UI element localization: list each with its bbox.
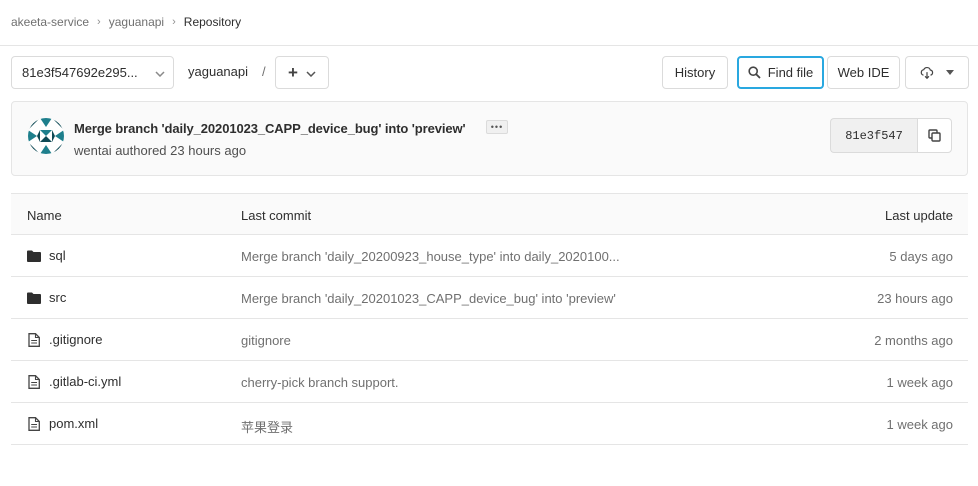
- ref-switcher-dropdown[interactable]: 81e3f547692e295...: [11, 56, 174, 89]
- chevron-down-icon: [155, 65, 165, 80]
- breadcrumb-project[interactable]: yaguanapi: [109, 15, 164, 29]
- table-header: Name Last commit Last update: [11, 193, 968, 235]
- tree-item-label: .gitlab-ci.yml: [49, 374, 122, 389]
- table-row[interactable]: sql Merge branch 'daily_20200923_house_t…: [11, 235, 968, 277]
- tree-item-commit-link[interactable]: gitignore: [241, 333, 291, 348]
- search-icon: [748, 66, 762, 80]
- caret-down-icon: [946, 70, 954, 75]
- tree-item-commit-link[interactable]: 苹果登录: [241, 417, 293, 436]
- tree-item-date: 1 week ago: [886, 417, 954, 432]
- commit-authored-label: authored: [115, 143, 167, 158]
- table-row[interactable]: src Merge branch 'daily_20201023_CAPP_de…: [11, 277, 968, 319]
- add-to-tree-dropdown[interactable]: +: [275, 56, 329, 89]
- path-root-link[interactable]: yaguanapi: [188, 64, 248, 79]
- file-tree-table: Name Last commit Last update sql Merge b…: [11, 193, 968, 445]
- tree-item-label: .gitignore: [49, 332, 103, 347]
- tree-item-name[interactable]: sql: [27, 248, 66, 263]
- breadcrumb: akeeta-service › yaguanapi › Repository: [11, 13, 241, 31]
- file-icon: [27, 416, 41, 431]
- header-divider: [0, 45, 978, 46]
- chevron-down-icon: [306, 65, 316, 80]
- breadcrumb-repository[interactable]: Repository: [184, 15, 241, 29]
- tree-item-date: 1 week ago: [886, 375, 954, 390]
- tree-item-label: pom.xml: [49, 416, 99, 431]
- breadcrumb-project-group[interactable]: akeeta-service: [11, 15, 89, 29]
- breadcrumb-separator-icon: ›: [172, 16, 176, 28]
- copy-sha-button[interactable]: [917, 118, 952, 153]
- tree-item-commit-link[interactable]: Merge branch 'daily_20201023_CAPP_device…: [241, 291, 616, 306]
- file-icon: [27, 374, 41, 389]
- commit-title-link[interactable]: Merge branch 'daily_20201023_CAPP_device…: [74, 121, 466, 136]
- last-commit-panel: Merge branch 'daily_20201023_CAPP_device…: [11, 101, 968, 176]
- history-button-label: History: [674, 65, 716, 80]
- find-file-button[interactable]: Find file: [737, 56, 824, 89]
- column-header-last-update: Last update: [885, 208, 953, 223]
- folder-icon: [27, 291, 41, 305]
- download-dropdown[interactable]: [905, 56, 969, 89]
- tree-item-commit-link[interactable]: Merge branch 'daily_20200923_house_type'…: [241, 249, 620, 264]
- copy-icon: [928, 129, 942, 143]
- commit-sha-label[interactable]: 81e3f547: [830, 118, 917, 153]
- toggle-commit-description-button[interactable]: •••: [486, 120, 508, 134]
- tree-item-name[interactable]: pom.xml: [27, 416, 98, 431]
- avatar[interactable]: [28, 118, 64, 154]
- folder-icon: [27, 249, 41, 263]
- plus-icon: +: [288, 63, 298, 82]
- download-icon: [920, 66, 934, 80]
- column-header-last-commit: Last commit: [241, 208, 312, 223]
- column-header-name: Name: [27, 208, 62, 223]
- tree-item-commit-link[interactable]: cherry-pick branch support.: [241, 375, 399, 390]
- ref-switcher-label: 81e3f547692e295...: [22, 65, 138, 80]
- web-ide-button[interactable]: Web IDE: [827, 56, 900, 89]
- tree-item-name[interactable]: src: [27, 290, 66, 305]
- tree-item-date: 2 months ago: [874, 333, 953, 348]
- history-button[interactable]: History: [662, 56, 728, 89]
- tree-item-name[interactable]: .gitignore: [27, 332, 102, 347]
- tree-item-date: 5 days ago: [889, 249, 953, 264]
- web-ide-button-label: Web IDE: [837, 65, 890, 80]
- path-separator: /: [262, 64, 266, 79]
- file-icon: [27, 332, 41, 347]
- table-row[interactable]: .gitignore gitignore 2 months ago: [11, 319, 968, 361]
- commit-meta: wentai authored 23 hours ago: [74, 143, 246, 158]
- tree-item-date: 23 hours ago: [877, 291, 953, 306]
- commit-time: 23 hours ago: [170, 143, 247, 158]
- table-row[interactable]: pom.xml 苹果登录 1 week ago: [11, 403, 968, 445]
- find-file-button-label: Find file: [767, 65, 814, 80]
- tree-item-name[interactable]: .gitlab-ci.yml: [27, 374, 121, 389]
- tree-item-label: sql: [49, 248, 66, 263]
- commit-author-link[interactable]: wentai: [74, 143, 112, 158]
- tree-item-label: src: [49, 290, 67, 305]
- table-row[interactable]: .gitlab-ci.yml cherry-pick branch suppor…: [11, 361, 968, 403]
- breadcrumb-separator-icon: ›: [97, 16, 101, 28]
